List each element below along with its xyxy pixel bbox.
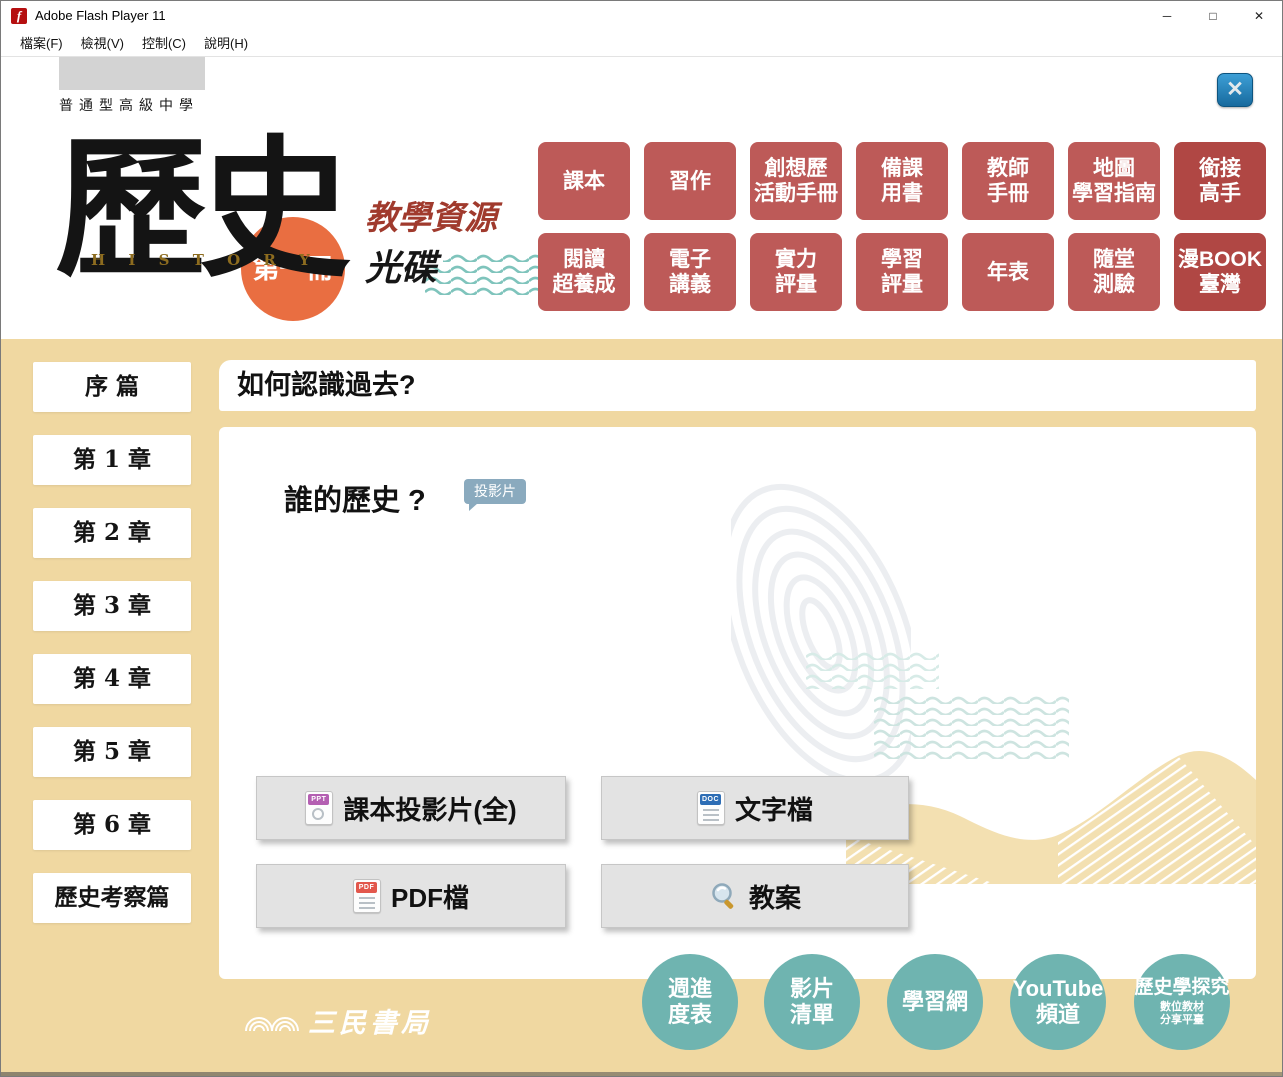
sidebar-item-ch5[interactable]: 第 5 章 xyxy=(33,727,191,777)
window-controls: ─ □ ✕ xyxy=(1144,1,1282,31)
content-panel: 誰的歷史 ? 投影片 PPT 課本投影片(全) DOC 文字檔 PDF xyxy=(219,427,1256,979)
sidebar-item-ch3[interactable]: 第 3 章 xyxy=(33,581,191,631)
publisher-logo-placeholder xyxy=(59,57,205,90)
resource-button-lesson-prep[interactable]: 備課 用書 xyxy=(856,142,948,220)
content-button-label: 教案 xyxy=(749,878,801,915)
tagline-disc: 光碟 xyxy=(365,239,437,291)
speech-bubble-tag: 投影片 xyxy=(464,479,526,504)
circle-main-label: 歷史學探究 xyxy=(1134,977,1229,999)
maximize-button[interactable]: □ xyxy=(1190,1,1236,31)
pdf-file-icon: PDF xyxy=(353,879,381,913)
resource-button-activity-handbook[interactable]: 創想歷 活動手冊 xyxy=(750,142,842,220)
footer-circle-learning-web[interactable]: 學習網 xyxy=(887,954,983,1050)
content-button-pdf-file[interactable]: PDF PDF檔 xyxy=(256,864,566,928)
rainbow-arches-icon xyxy=(244,1010,300,1032)
close-button[interactable]: ✕ xyxy=(1236,1,1282,31)
circle-sub-label: 數位教材 分享平臺 xyxy=(1160,1001,1204,1027)
resource-button-teacher-manual[interactable]: 教師 手冊 xyxy=(962,142,1054,220)
bottom-edge-strip xyxy=(1,1072,1283,1077)
flash-player-window: f Adobe Flash Player 11 ─ □ ✕ 檔案(F) 檢視(V… xyxy=(0,0,1283,1077)
publisher-logo: 三民書局 xyxy=(244,1001,432,1040)
content-titlebar: 如何認識過去? xyxy=(219,360,1256,411)
magnifier-icon xyxy=(709,881,739,911)
resource-button-comic-taiwan[interactable]: 漫BOOK 臺灣 xyxy=(1174,233,1266,311)
menu-item-help[interactable]: 說明(H) xyxy=(195,31,257,56)
resource-button-learning-assessment[interactable]: 學習 評量 xyxy=(856,233,948,311)
subject-logotype: 歷史 xyxy=(55,121,343,299)
resource-button-reading[interactable]: 閱讀 超養成 xyxy=(538,233,630,311)
wave-decoration-icon xyxy=(425,251,543,297)
content-title: 如何認識過去? xyxy=(219,360,1256,411)
content-button-lesson-plan[interactable]: 教案 xyxy=(601,864,909,928)
footer-circle-history-inquiry[interactable]: 歷史學探究 數位教材 分享平臺 xyxy=(1134,954,1230,1050)
footer-circle-youtube-channel[interactable]: YouTube 頻道 xyxy=(1010,954,1106,1050)
minimize-button[interactable]: ─ xyxy=(1144,1,1190,31)
flash-stage: 普通型高級中學 ✕ 歷史 H I S T O R Y 第一冊 教學資源 光碟 xyxy=(1,57,1283,1077)
window-title: Adobe Flash Player 11 xyxy=(35,1,166,31)
menu-item-view[interactable]: 檢視(V) xyxy=(72,31,133,56)
sidebar-item-ch6[interactable]: 第 6 章 xyxy=(33,800,191,850)
footer-circle-video-list[interactable]: 影片 清單 xyxy=(764,954,860,1050)
wave-watermark-small xyxy=(806,649,939,689)
content-button-slides-all[interactable]: PPT 課本投影片(全) xyxy=(256,776,566,840)
menu-item-control[interactable]: 控制(C) xyxy=(133,31,195,56)
menu-item-file[interactable]: 檔案(F) xyxy=(11,31,72,56)
resource-button-e-lecture[interactable]: 電子 講義 xyxy=(644,233,736,311)
content-button-label: 課本投影片(全) xyxy=(343,790,516,827)
sidebar-item-preface[interactable]: 序 篇 xyxy=(33,362,191,412)
sidebar-item-field-study[interactable]: 歷史考察篇 xyxy=(33,873,191,923)
resource-button-chronology[interactable]: 年表 xyxy=(962,233,1054,311)
footer-circle-weekly-schedule[interactable]: 週進 度表 xyxy=(642,954,738,1050)
resource-button-ability-assessment[interactable]: 實力 評量 xyxy=(750,233,842,311)
titlebar: f Adobe Flash Player 11 ─ □ ✕ xyxy=(1,1,1282,31)
app-close-button[interactable]: ✕ xyxy=(1217,73,1253,107)
publisher-name: 三民書局 xyxy=(308,1001,432,1040)
subject-logotype-english: H I S T O R Y xyxy=(91,251,319,269)
content-button-label: 文字檔 xyxy=(735,790,813,827)
flash-player-icon: f xyxy=(11,8,27,24)
resource-button-map-guide[interactable]: 地圖 學習指南 xyxy=(1068,142,1160,220)
topic-title: 誰的歷史 ? xyxy=(284,477,426,519)
resource-button-bridging-master[interactable]: 銜接 高手 xyxy=(1174,142,1266,220)
school-type-label: 普通型高級中學 xyxy=(59,95,199,115)
resource-button-workbook[interactable]: 習作 xyxy=(644,142,736,220)
menubar: 檔案(F) 檢視(V) 控制(C) 說明(H) xyxy=(1,31,1282,57)
resource-button-textbook[interactable]: 課本 xyxy=(538,142,630,220)
doc-file-icon: DOC xyxy=(697,791,725,825)
sidebar-item-ch4[interactable]: 第 4 章 xyxy=(33,654,191,704)
sidebar-item-ch2[interactable]: 第 2 章 xyxy=(33,508,191,558)
resource-button-quiz[interactable]: 隨堂 測驗 xyxy=(1068,233,1160,311)
tagline-resource: 教學資源 xyxy=(365,191,497,239)
resource-button-grid: 課本 習作 創想歷 活動手冊 備課 用書 教師 手冊 地圖 學習指南 銜接 高手… xyxy=(538,142,1266,311)
sidebar-item-ch1[interactable]: 第 1 章 xyxy=(33,435,191,485)
ppt-file-icon: PPT xyxy=(305,791,333,825)
content-button-text-file[interactable]: DOC 文字檔 xyxy=(601,776,909,840)
content-button-label: PDF檔 xyxy=(391,878,469,915)
